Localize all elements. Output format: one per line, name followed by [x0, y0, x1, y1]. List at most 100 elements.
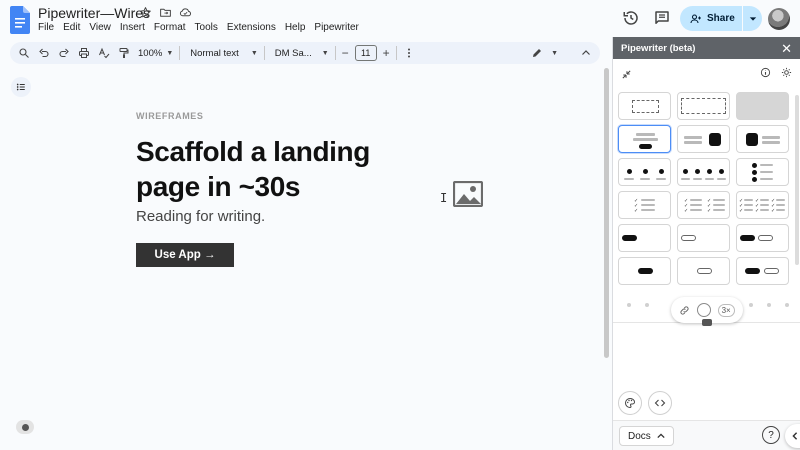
version-history-icon[interactable]	[622, 9, 640, 27]
link-icon[interactable]	[679, 305, 690, 316]
block-tile-dot-list[interactable]	[736, 158, 789, 186]
palette-icon	[625, 397, 636, 409]
image-placeholder-icon[interactable]	[453, 181, 483, 207]
block-tile-hero-centered[interactable]	[618, 125, 671, 153]
menu-extensions[interactable]: Extensions	[227, 22, 276, 33]
toolbar-separator	[395, 46, 397, 60]
increase-font-size-button[interactable]: +	[383, 46, 390, 60]
add-person-icon	[690, 13, 701, 23]
menu-pipewriter[interactable]: Pipewriter	[314, 22, 358, 33]
document-scrollbar[interactable]	[604, 68, 609, 358]
menu-file[interactable]: File	[38, 22, 54, 33]
paragraph-style-dropdown[interactable]: Normal text ▼	[190, 48, 258, 59]
brightness-settings-icon[interactable]	[781, 67, 792, 78]
share-main-button[interactable]: Share	[680, 13, 742, 25]
docs-tab-label: Docs	[628, 430, 651, 442]
hide-menus-chevron-up-icon[interactable]	[580, 47, 592, 59]
block-tile-spacer-wide[interactable]	[677, 92, 730, 120]
zoom-value: 100%	[138, 47, 163, 59]
caret-down-icon[interactable]: ▼	[551, 50, 558, 57]
undo-icon[interactable]	[38, 47, 50, 59]
star-icon[interactable]	[139, 6, 152, 19]
share-dropdown-button[interactable]	[743, 15, 762, 23]
repeat-count-badge[interactable]: 3×	[717, 303, 735, 317]
zoom-dropdown[interactable]: 100% ▼	[138, 48, 173, 59]
info-icon[interactable]	[760, 67, 771, 78]
assistant-dot-button[interactable]	[16, 420, 34, 434]
wireframe-block-grid: ✓ ✓ ✓ ✓ ✓ ✓ ✓ ✓ ✓ ✓ ✓ ✓ ✓ ✓ ✓ ✓ ✓ ✓	[618, 92, 790, 285]
block-tile-button-left-filled[interactable]	[618, 224, 671, 252]
print-icon[interactable]	[78, 47, 90, 59]
pipewriter-side-panel: Pipewriter (beta) ✕ ✓ ✓ ✓ ✓ ✓ ✓ ✓ ✓ ✓ ✓ …	[612, 37, 800, 450]
block-tile-four-dots[interactable]	[677, 158, 730, 186]
google-docs-logo-icon[interactable]	[10, 6, 30, 34]
block-tile-button-pair-center[interactable]	[736, 257, 789, 285]
block-tile-spacer-filled[interactable]	[736, 92, 789, 120]
wireframes-eyebrow: WIREFRAMES	[136, 111, 204, 121]
font-size-input[interactable]: 11	[354, 45, 377, 61]
block-tile-three-dots[interactable]	[618, 158, 671, 186]
block-tile-checklist-single[interactable]: ✓ ✓ ✓	[618, 191, 671, 219]
menu-edit[interactable]: Edit	[63, 22, 80, 33]
block-tile-hero-image-right[interactable]	[677, 125, 730, 153]
more-options-icon[interactable]	[403, 47, 415, 59]
text-cursor: I	[440, 191, 448, 205]
caret-down-icon: ▼	[166, 49, 174, 57]
drag-handle-icon[interactable]	[702, 319, 712, 326]
decrease-font-size-button[interactable]: −	[342, 46, 349, 60]
document-title[interactable]: Pipewriter—Wires	[38, 5, 150, 21]
paragraph-style-value: Normal text	[190, 47, 239, 59]
share-button[interactable]: Share	[680, 6, 762, 31]
block-tile-checklist-double[interactable]: ✓ ✓ ✓ ✓ ✓ ✓	[677, 191, 730, 219]
block-tile-hero-image-left[interactable]	[736, 125, 789, 153]
menu-help[interactable]: Help	[285, 22, 306, 33]
block-tile-spacer-small[interactable]	[618, 92, 671, 120]
redo-icon[interactable]	[58, 47, 70, 59]
menu-insert[interactable]: Insert	[120, 22, 145, 33]
document-outline-button[interactable]	[11, 77, 31, 97]
panel-scrollbar[interactable]	[795, 95, 799, 265]
panel-header: Pipewriter (beta) ✕	[613, 37, 800, 59]
outline-list-icon	[16, 83, 25, 91]
collapse-side-panel-button[interactable]	[785, 424, 800, 448]
menu-tools[interactable]: Tools	[195, 22, 218, 33]
chevron-down-icon	[749, 16, 756, 21]
spellcheck-icon[interactable]	[98, 47, 110, 59]
close-panel-button[interactable]: ✕	[781, 42, 792, 55]
move-folder-icon[interactable]	[159, 6, 172, 19]
menu-format[interactable]: Format	[154, 22, 186, 33]
code-brackets-icon	[654, 399, 666, 407]
code-view-button[interactable]	[648, 391, 672, 415]
block-tile-button-pair-left[interactable]	[736, 224, 789, 252]
font-family-dropdown[interactable]: DM Sa... ▼	[275, 48, 329, 59]
paint-format-icon[interactable]	[118, 47, 130, 59]
editing-mode-pencil-icon[interactable]	[531, 47, 543, 59]
dot-icon	[21, 423, 29, 431]
block-tile-button-center-filled[interactable]	[618, 257, 671, 285]
docs-tab-dropdown[interactable]: Docs	[619, 426, 674, 446]
user-avatar[interactable]	[768, 8, 790, 30]
cloud-saved-icon[interactable]	[179, 6, 192, 19]
use-app-button[interactable]: Use App →	[136, 243, 234, 267]
font-family-value: DM Sa...	[274, 47, 312, 59]
comments-icon[interactable]	[653, 9, 671, 27]
share-label: Share	[707, 13, 735, 24]
faded-block-preview-right	[749, 303, 789, 307]
panel-footer: Docs ?	[613, 420, 800, 450]
block-tile-button-left-outline[interactable]	[677, 224, 730, 252]
landing-headline: Scaffold a landing page in ~30s	[136, 136, 370, 202]
color-swatch-button[interactable]	[696, 303, 711, 317]
theme-palette-button[interactable]	[618, 391, 642, 415]
toolbar-separator	[334, 46, 336, 60]
panel-subtoolbar	[613, 59, 800, 87]
toolbar-separator	[263, 46, 265, 60]
toolbar-separator	[179, 46, 181, 60]
help-button[interactable]: ?	[762, 426, 780, 444]
caret-down-icon: ▼	[321, 49, 329, 57]
block-tile-checklist-triple[interactable]: ✓ ✓ ✓ ✓ ✓ ✓ ✓ ✓ ✓	[736, 191, 789, 219]
search-menus-icon[interactable]	[18, 47, 30, 59]
menu-view[interactable]: View	[89, 22, 111, 33]
panel-title: Pipewriter (beta)	[621, 42, 696, 54]
block-tile-button-center-outline[interactable]	[677, 257, 730, 285]
collapse-arrows-icon[interactable]	[621, 69, 632, 80]
